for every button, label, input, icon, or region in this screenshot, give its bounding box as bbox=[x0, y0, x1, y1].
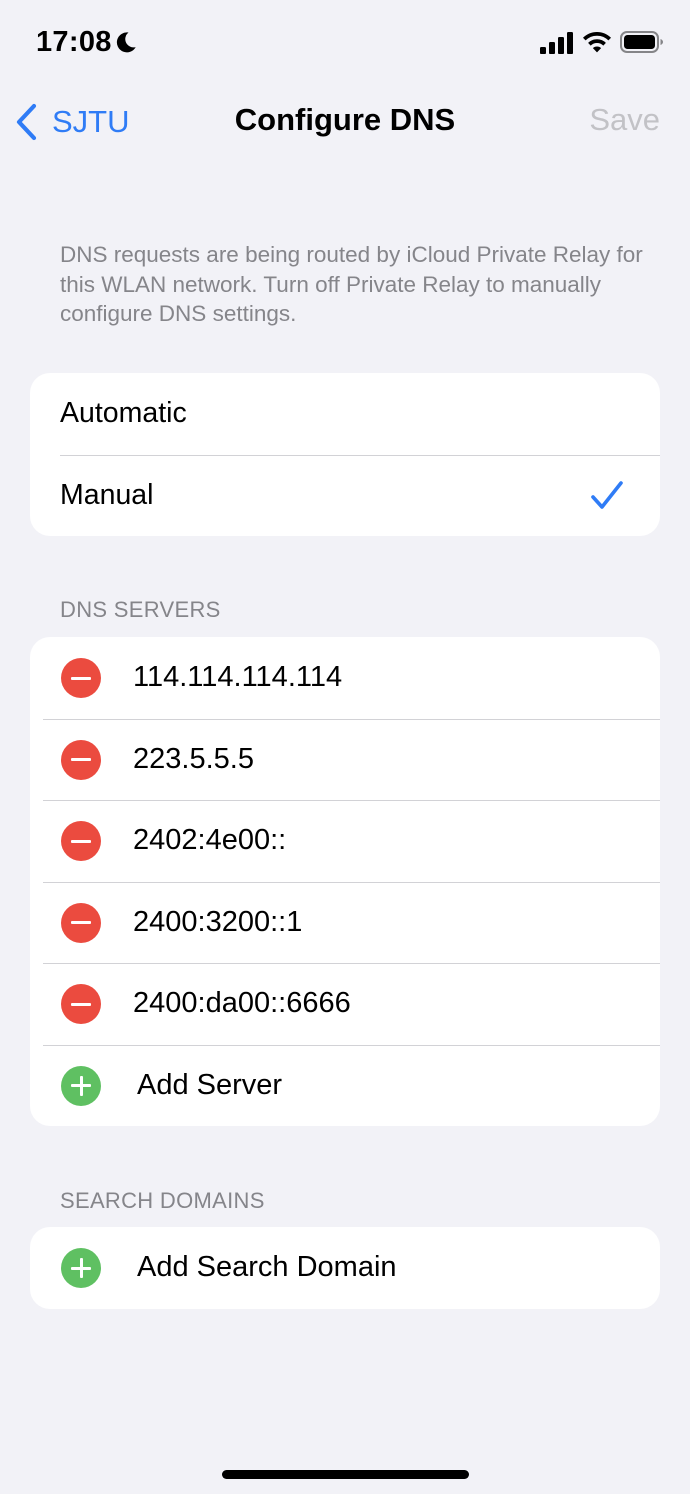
dns-mode-group: Automatic Manual bbox=[30, 373, 660, 536]
checkmark-icon bbox=[591, 480, 623, 509]
add-circle-icon[interactable] bbox=[61, 1248, 101, 1288]
page-title: Configure DNS bbox=[234, 102, 456, 137]
search-domains-header: SEARCH DOMAINS bbox=[60, 1188, 265, 1213]
dns-server-address: 223.5.5.5 bbox=[133, 742, 254, 775]
cellular-signal-icon bbox=[540, 32, 573, 54]
mode-option-manual[interactable]: Manual bbox=[30, 454, 660, 537]
remove-circle-icon[interactable] bbox=[61, 821, 101, 861]
remove-circle-icon[interactable] bbox=[61, 739, 101, 780]
remove-circle-icon[interactable] bbox=[61, 902, 101, 943]
dns-server-row[interactable]: 2402:4e00:: bbox=[30, 800, 660, 882]
dns-servers-header: DNS SERVERS bbox=[60, 597, 221, 622]
dns-server-row[interactable]: 114.114.114.114 bbox=[30, 637, 660, 719]
dns-servers-group: 114.114.114.114 223.5.5.5 2402:4e00:: 24… bbox=[30, 637, 660, 1126]
battery-icon bbox=[620, 31, 663, 53]
add-server-label: Add Server bbox=[137, 1068, 283, 1101]
configure-dns-screen: 17:08 SJTU Configure DNS Save DNS reques… bbox=[0, 0, 690, 1494]
add-search-domain-label: Add Search Domain bbox=[137, 1251, 397, 1284]
mode-option-label: Manual bbox=[60, 478, 154, 511]
mode-option-label: Automatic bbox=[60, 397, 187, 430]
remove-circle-icon[interactable] bbox=[61, 658, 101, 698]
private-relay-notice: DNS requests are being routed by iCloud … bbox=[60, 242, 643, 326]
status-time: 17:08 bbox=[36, 26, 112, 58]
dns-server-address: 2402:4e00:: bbox=[133, 824, 287, 857]
dns-server-row[interactable]: 2400:da00::6666 bbox=[30, 963, 660, 1045]
home-indicator[interactable] bbox=[222, 1470, 469, 1479]
search-domains-group: Add Search Domain bbox=[30, 1227, 660, 1309]
dns-server-address: 114.114.114.114 bbox=[133, 661, 343, 694]
add-search-domain-button[interactable]: Add Search Domain bbox=[30, 1227, 660, 1309]
dns-server-address: 2400:da00::6666 bbox=[133, 987, 351, 1020]
dns-server-address: 2400:3200::1 bbox=[133, 905, 303, 938]
wifi-icon bbox=[583, 32, 611, 53]
moon-icon bbox=[116, 32, 136, 53]
add-server-button[interactable]: Add Server bbox=[30, 1044, 660, 1127]
save-button[interactable]: Save bbox=[589, 102, 660, 138]
dns-server-row[interactable]: 223.5.5.5 bbox=[30, 718, 660, 801]
mode-option-automatic[interactable]: Automatic bbox=[30, 373, 660, 455]
status-bar: 17:08 bbox=[0, 0, 690, 86]
dns-server-row[interactable]: 2400:3200::1 bbox=[30, 881, 660, 964]
remove-circle-icon[interactable] bbox=[61, 984, 101, 1024]
add-circle-icon[interactable] bbox=[61, 1065, 101, 1106]
